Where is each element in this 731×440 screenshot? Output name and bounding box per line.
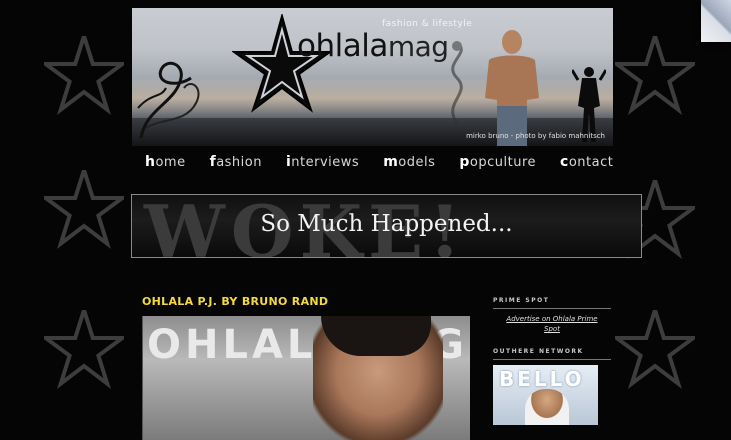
ad-model-photo (525, 389, 569, 425)
promo-banner[interactable]: WOKE! So Much Happened... (131, 194, 642, 258)
ad-brand-text: BELLO (499, 367, 585, 391)
nav-label: ashion (216, 155, 262, 170)
nav-interviews[interactable]: interviews (286, 154, 359, 170)
logo-main-text: ohlala (297, 28, 388, 64)
nav-initial: h (145, 154, 156, 170)
promo-headline: So Much Happened... (260, 211, 513, 237)
nav-label: nterviews (291, 155, 360, 170)
nav-initial: p (459, 154, 470, 170)
nav-label: ontact (568, 155, 614, 170)
nav-fashion[interactable]: fashion (210, 154, 262, 170)
nav-label: opculture (469, 155, 537, 170)
nav-contact[interactable]: contact (560, 154, 613, 170)
advertise-link[interactable]: Advertise on Ohlala Prime Spot (493, 314, 611, 334)
background-star-icon (44, 310, 124, 390)
background-star-icon (615, 310, 695, 390)
nav-label: odels (398, 155, 436, 170)
background-star-icon (615, 36, 695, 116)
site-tagline: fashion & lifestyle (382, 19, 473, 29)
page-curl-ad[interactable] (701, 0, 731, 42)
header-model-photo (477, 28, 547, 146)
nav-initial: m (383, 154, 399, 170)
nav-popculture[interactable]: popculture (459, 154, 536, 170)
sidebar: PRIME SPOT Advertise on Ohlala Prime Spo… (493, 297, 611, 425)
prime-spot-heading: PRIME SPOT (493, 297, 611, 309)
network-heading: OUTHERE NETWORK (493, 348, 611, 360)
dragon-illustration-icon (432, 38, 482, 132)
post-title-link[interactable]: OHLALA P.J. BY BRUNO RAND (142, 295, 328, 308)
swirl-ornament-icon (136, 48, 226, 146)
nav-home[interactable]: home (145, 154, 186, 170)
background-star-icon (44, 170, 124, 250)
bello-ad[interactable]: BELLO (493, 365, 598, 425)
post-cover-image[interactable]: OHLAL G (142, 316, 470, 440)
main-nav: home fashion interviews models popcultur… (145, 154, 613, 170)
header-banner[interactable]: ohlalamag fashion & lifestyle mirko brun… (132, 8, 613, 146)
site-logo[interactable]: ohlalamag (297, 28, 449, 64)
cover-title-text: OHLAL (147, 322, 317, 368)
nav-models[interactable]: models (383, 154, 435, 170)
photo-credit: mirko bruno - photo by fabio mahnitsch (466, 132, 605, 140)
nav-label: ome (155, 155, 186, 170)
nav-initial: c (560, 154, 569, 170)
background-star-icon (44, 36, 124, 116)
